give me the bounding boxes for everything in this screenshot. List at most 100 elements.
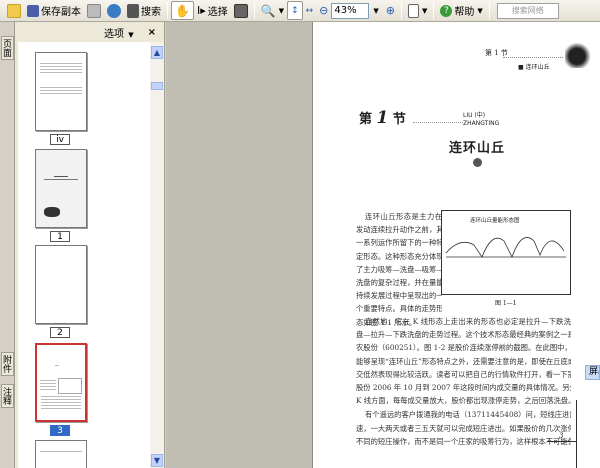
body-text-line: 速，一大两天或者三五天就可以完成短庄进出。如果股价的几次涨停是 <box>356 423 571 433</box>
select-label: 选择 <box>207 7 228 18</box>
chevron-down-icon: ▼ <box>128 30 134 39</box>
zoom-dropdown-icon[interactable]: ▼ <box>373 7 378 15</box>
search-label: 搜索 <box>141 7 161 18</box>
minus-circle-icon: ⊖ <box>319 4 329 17</box>
search-button[interactable]: 搜索 <box>124 1 164 20</box>
figure-caption: 图 1—1 <box>495 300 517 307</box>
body-text-line: 盘—拉升—下跌洗盘的走势过程。这个技术形态最经典的案例之一是冠 <box>356 330 571 340</box>
body-text-line: 不同的短庄操作，而不是同一个庄家的吸筹行为，这样根本不可能保证 <box>356 436 571 446</box>
pinyin-line-2: ZHANGTING <box>463 120 500 127</box>
scroll-down-icon[interactable]: ▼ <box>151 454 163 467</box>
ornament-icon <box>473 158 482 167</box>
chevron-down-icon: ▼ <box>477 6 483 15</box>
page-thumbnail-current[interactable] <box>35 343 87 422</box>
chapter-mark-post: 节 <box>392 112 406 127</box>
binoculars-icon <box>127 3 139 18</box>
save-copy-label: 保存副本 <box>41 7 81 18</box>
page-thumbnail[interactable] <box>35 52 87 131</box>
separator <box>400 2 402 19</box>
zoom-out-button[interactable]: ⊖ <box>316 1 331 20</box>
page-label-current[interactable]: 3 <box>50 425 70 436</box>
hand-icon: ✋ <box>175 3 190 18</box>
figure-1-1: 连环山丘量能形态图 <box>441 210 571 295</box>
page-label[interactable]: 2 <box>50 327 70 338</box>
help-button[interactable]: ? 帮助 ▼ <box>437 1 485 20</box>
scroll-up-icon[interactable]: ▲ <box>151 46 163 59</box>
page-label[interactable]: iv <box>50 134 70 145</box>
chapter-number: 1 <box>376 108 389 128</box>
print-button[interactable] <box>84 1 104 20</box>
header-rule <box>503 57 563 58</box>
email-button[interactable] <box>104 1 124 20</box>
body-text-line: 洗盘的复杂过程，并在量能 <box>356 278 442 287</box>
document-page: 第 1 节 ■ 连环山丘 第 1 节 LIU (中) ZHANGTING 连环山丘… <box>312 22 600 468</box>
running-header-title-text: 连环山丘 <box>525 64 550 71</box>
save-copy-button[interactable]: 保存副本 <box>24 1 84 20</box>
open-button[interactable] <box>4 1 24 20</box>
section-title: 连环山丘 <box>449 141 506 156</box>
running-header-title: ■ 连环山丘 <box>518 64 550 71</box>
snapshot-button[interactable] <box>231 1 251 20</box>
body-text-line: 持续发展过程中呈现出的一 <box>356 291 442 301</box>
select-tool-button[interactable]: I▸ 选择 <box>194 1 231 20</box>
page-thumbnail[interactable] <box>35 149 87 228</box>
document-background <box>166 22 312 468</box>
separator <box>433 2 435 19</box>
body-text-line: 股份 2006 年 10 月到 2007 年这段时间内成交量的具体情况。另外，在 <box>356 383 571 392</box>
separator <box>167 2 168 19</box>
fit-width-button[interactable]: ↔ <box>303 1 317 20</box>
body-text-line: 能够呈现“连环山丘”形态特点之外，还需要注意的是，即使在丘底或 <box>356 356 571 366</box>
tab-pages[interactable]: 页面 <box>1 36 14 60</box>
logo-illustration <box>565 42 595 68</box>
page-thumbnail[interactable] <box>35 245 87 324</box>
tab-comments[interactable]: 注释 <box>1 384 14 408</box>
body-text-line: 一系列运作所留下的一种特 <box>356 238 442 248</box>
chapter-rule <box>413 122 463 123</box>
chapter-mark-pre: 第 <box>359 112 373 127</box>
chevron-down-icon: ▼ <box>421 6 428 15</box>
web-search-input[interactable]: 搜索网络 <box>496 2 559 19</box>
printer-icon <box>87 3 101 18</box>
scroll-thumb[interactable] <box>151 82 163 90</box>
pinyin-cn: (中) <box>474 112 486 119</box>
pages-icon <box>407 3 419 18</box>
zoom-tool-button[interactable]: 🔍 ▼ <box>258 1 287 20</box>
separator <box>488 2 490 19</box>
zoom-in-button[interactable]: ⊕ <box>383 1 398 20</box>
page-thumbnail[interactable] <box>35 440 87 468</box>
body-text-line: 交低然表现得比较活跃。读者可以把自己的行情软件打开，看一下冠农 <box>356 369 571 379</box>
navigation-tabs: 页面 附件 注释 <box>0 22 15 468</box>
thumbnail-list: iv 1 2 3 <box>18 42 150 468</box>
margin-rule <box>576 400 577 468</box>
plus-circle-icon: ⊕ <box>385 4 395 17</box>
body-text-line: 了主力吸筹—洗盘—吸筹— <box>356 264 442 274</box>
close-panel-button[interactable]: × <box>148 27 156 38</box>
hand-tool-button[interactable]: ✋ <box>171 1 194 20</box>
page-label[interactable]: 1 <box>50 231 70 242</box>
options-label: 选项 <box>104 28 125 40</box>
screen-tab[interactable]: 屏幕 <box>585 365 600 380</box>
body-text-line: 自然地，它在 K 线形态上走出来的形态也必定是拉升—下跌洗 <box>365 317 571 326</box>
tab-attachments[interactable]: 附件 <box>1 352 14 376</box>
chevron-down-icon: ▼ <box>278 6 285 15</box>
save-icon <box>27 4 39 17</box>
options-menu[interactable]: 选项 ▼ <box>104 25 134 40</box>
text-cursor-icon: I▸ <box>196 4 206 17</box>
pages-panel: 选项 ▼ × iv 1 2 3 ▲ ▼ <box>15 22 165 468</box>
body-text-line: K 线方面，每每成交量放大，股价都出现涨停走势，之后回落洗盘。 <box>356 396 571 406</box>
body-text-line: 发动连续拉升动作之前，其 <box>356 225 442 235</box>
help-icon: ? <box>440 4 453 17</box>
body-text-line: 连环山丘形态是主力在 <box>365 212 442 221</box>
fit-page-button[interactable]: ↕ <box>287 1 303 20</box>
body-text-line: 定形态。这种形态充分体现 <box>356 251 442 261</box>
body-text-line: 农股份（600251）。图 1-2 是股价连续涨停前的截图。在此图中，除了 <box>356 343 571 353</box>
separator <box>253 2 255 19</box>
pinyin-line-1: LIU <box>463 112 473 119</box>
chapter-pinyin: LIU (中) ZHANGTING <box>463 112 499 128</box>
fit-page-icon: ↕ <box>291 5 299 16</box>
body-text-line: 个重要特点。具体的走势形 <box>356 304 442 314</box>
zoom-input[interactable] <box>331 2 370 19</box>
page-layout-button[interactable]: ▼ <box>405 1 430 20</box>
thumbnail-scrollbar[interactable]: ▲ ▼ <box>150 42 164 468</box>
figure-chart <box>445 237 566 259</box>
